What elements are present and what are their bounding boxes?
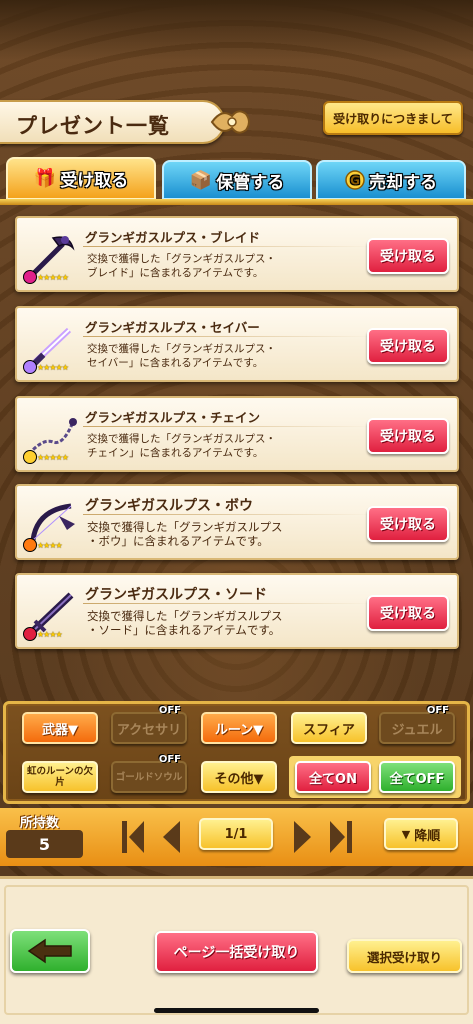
- divider: [83, 246, 373, 247]
- item-description: 交換で獲得した「グランギガスルプス・ チェイン」に含まれるアイテムです。: [87, 433, 276, 459]
- title-banner: プレゼント一覧: [0, 100, 225, 144]
- sort-button[interactable]: ▼ 降順: [384, 818, 458, 850]
- item-name: グランギガスルプス・ソード: [85, 587, 267, 603]
- present-item[interactable]: ★★★★★ グランギガスルプス・ブレイド 交換で獲得した「グランギガスルプス・ …: [15, 216, 459, 292]
- divider: [83, 426, 373, 427]
- all-off-button[interactable]: 全てOFF: [379, 761, 455, 793]
- filter-gold-soul-label: ゴールドソウル: [115, 771, 183, 783]
- present-item[interactable]: ★★★★★ グランギガスルプス・チェイン 交換で獲得した「グランギガスルプス・ …: [15, 396, 459, 472]
- off-tag: OFF: [158, 754, 181, 765]
- item-name: グランギガスルプス・チェイン: [85, 410, 261, 425]
- sort-label: 降順: [414, 828, 441, 844]
- filter-gold-soul[interactable]: ゴールドソウル OFF: [111, 754, 187, 793]
- gold-coin-icon: G: [345, 170, 365, 190]
- home-indicator: [154, 1008, 319, 1013]
- rarity-stars: ★★★★★: [37, 363, 69, 372]
- tab-receive[interactable]: 🎁 受け取る: [6, 157, 156, 200]
- rarity-gem-icon: [23, 627, 37, 641]
- back-arrow-icon: [27, 938, 72, 964]
- sort-down-icon: ▼: [401, 827, 411, 841]
- present-item[interactable]: ★★★★★ グランギガスルプス・セイバー 交換で獲得した「グランギガスルプス・ …: [15, 306, 459, 382]
- filter-jewel[interactable]: ジュエル OFF: [379, 705, 455, 744]
- item-description: 交換で獲得した「グランギガスルプス・ ブレイド」に含まれるアイテムです。: [87, 253, 276, 279]
- rarity-stars: ★★★★: [37, 541, 63, 550]
- tab-receive-label: 受け取る: [60, 171, 129, 191]
- receive-info-button[interactable]: 受け取りにつきまして: [323, 101, 463, 135]
- receive-button[interactable]: 受け取る: [367, 595, 449, 631]
- page-indicator: 1/1: [199, 818, 273, 850]
- filter-weapon[interactable]: 武器▼: [22, 712, 98, 744]
- rarity-gem-icon: [23, 538, 37, 552]
- receive-button[interactable]: 受け取る: [367, 418, 449, 454]
- all-on-button[interactable]: 全てON: [295, 761, 371, 793]
- first-page-icon[interactable]: [120, 818, 146, 856]
- box-icon: 📦: [189, 169, 213, 191]
- off-tag: OFF: [158, 705, 181, 716]
- ornament-icon: [210, 110, 250, 134]
- count-value: 5: [6, 830, 83, 858]
- item-description: 交換で獲得した「グランギガスルプス ・ボウ」に含まれるアイテムです。: [87, 520, 283, 548]
- all-toggle-zone: 全てON 全てOFF: [289, 756, 461, 798]
- rarity-stars: ★★★★★: [37, 273, 69, 282]
- receive-button[interactable]: 受け取る: [367, 506, 449, 542]
- rarity-stars: ★★★★★: [37, 453, 69, 462]
- receive-button[interactable]: 受け取る: [367, 238, 449, 274]
- paging-bar: 所持数 5 1/1 ▼ 降順: [0, 808, 473, 866]
- rarity-gem-icon: [23, 450, 37, 464]
- item-name: グランギガスルプス・セイバー: [85, 320, 260, 335]
- filter-accessory-label: アクセサリ: [116, 722, 182, 738]
- filter-panel: 武器▼ アクセサリ OFF ルーン▼ スフィア ジュエル OFF 虹のルーンの欠…: [3, 701, 470, 804]
- prev-page-icon[interactable]: [158, 818, 184, 856]
- last-page-icon[interactable]: [328, 818, 354, 856]
- filter-rainbow-rune[interactable]: 虹のルーンの欠片: [22, 761, 98, 793]
- top-shade: [0, 0, 473, 60]
- item-name: グランギガスルプス・ボウ: [85, 498, 253, 514]
- tab-storage[interactable]: 📦 保管する: [162, 160, 312, 200]
- present-item[interactable]: ★★★★ グランギガスルプス・ソード 交換で獲得した「グランギガスルプス ・ソー…: [15, 573, 459, 649]
- bulk-receive-button[interactable]: ページ一括受け取り: [155, 931, 318, 973]
- item-name: グランギガスルプス・ブレイド: [85, 230, 261, 245]
- filter-jewel-label: ジュエル: [391, 722, 443, 738]
- svg-text:G: G: [350, 174, 360, 188]
- receive-button[interactable]: 受け取る: [367, 328, 449, 364]
- filter-rune[interactable]: ルーン▼: [201, 712, 277, 744]
- rarity-gem-icon: [23, 360, 37, 374]
- item-description: 交換で獲得した「グランギガスルプス ・ソード」に含まれるアイテムです。: [87, 609, 283, 637]
- select-receive-button[interactable]: 選択受け取り: [347, 939, 462, 973]
- present-item[interactable]: ★★★★ グランギガスルプス・ボウ 交換で獲得した「グランギガスルプス ・ボウ」…: [15, 484, 459, 560]
- item-description: 交換で獲得した「グランギガスルプス・ セイバー」に含まれるアイテムです。: [87, 343, 276, 369]
- page-title: プレゼント一覧: [16, 114, 170, 138]
- off-tag: OFF: [426, 705, 449, 716]
- tab-storage-label: 保管する: [216, 172, 285, 193]
- filter-other[interactable]: その他▼: [201, 761, 277, 793]
- next-page-icon[interactable]: [290, 818, 316, 856]
- filter-accessory[interactable]: アクセサリ OFF: [111, 705, 187, 744]
- gift-icon: 🎁: [33, 168, 57, 189]
- tab-bar: [0, 199, 473, 205]
- back-button[interactable]: [10, 929, 90, 973]
- filter-sphere[interactable]: スフィア: [291, 712, 367, 744]
- tab-sell[interactable]: G 売却する: [316, 160, 466, 200]
- divider: [83, 603, 373, 604]
- rarity-stars: ★★★★: [37, 630, 63, 639]
- divider: [83, 336, 373, 337]
- divider: [83, 514, 373, 515]
- tab-sell-label: 売却する: [369, 172, 437, 193]
- rarity-gem-icon: [23, 270, 37, 284]
- count-label: 所持数: [20, 816, 60, 831]
